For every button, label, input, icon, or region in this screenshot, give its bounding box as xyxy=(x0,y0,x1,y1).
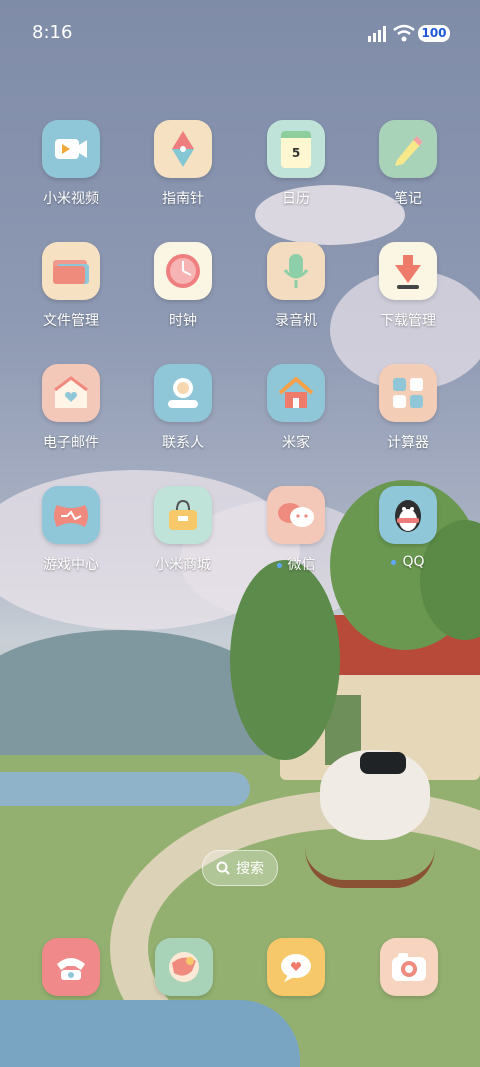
app-qq[interactable]: QQ xyxy=(353,486,463,570)
app-mi-store[interactable]: 小米商城 xyxy=(128,486,238,574)
app-email[interactable]: 电子邮件 xyxy=(16,364,126,452)
wechat-icon xyxy=(267,486,325,544)
dock-messages[interactable] xyxy=(267,938,325,996)
camera-icon xyxy=(392,953,426,981)
search-label: 搜索 xyxy=(236,861,264,877)
app-calendar[interactable]: 5 日历 xyxy=(241,120,351,208)
app-label: 联系人 xyxy=(162,435,204,451)
mail-icon xyxy=(42,364,100,422)
home-icon xyxy=(267,364,325,422)
app-clock[interactable]: 时钟 xyxy=(128,242,238,330)
app-label: 计算器 xyxy=(387,435,429,451)
qq-icon xyxy=(379,486,437,544)
shopping-bag-icon xyxy=(154,486,212,544)
battery-level: 100 xyxy=(421,26,447,40)
app-compass[interactable]: 指南针 xyxy=(128,120,238,208)
new-install-dot xyxy=(276,562,282,568)
note-icon xyxy=(379,120,437,178)
app-label: 时钟 xyxy=(169,313,197,329)
battery-indicator: 100 xyxy=(418,25,450,42)
app-contacts[interactable]: 联系人 xyxy=(128,364,238,452)
app-label: 电子邮件 xyxy=(43,435,99,451)
app-label: 日历 xyxy=(282,191,310,207)
app-label: 指南针 xyxy=(162,191,204,207)
status-bar: 8:16 100 xyxy=(0,22,480,48)
app-label: 笔记 xyxy=(394,191,422,207)
app-label: 文件管理 xyxy=(43,313,99,329)
gamepad-icon xyxy=(42,486,100,544)
clock-time: 8:16 xyxy=(32,22,73,43)
app-mi-home[interactable]: 米家 xyxy=(241,364,351,452)
app-game-center[interactable]: 游戏中心 xyxy=(16,486,126,574)
contacts-icon xyxy=(154,364,212,422)
app-label: 下载管理 xyxy=(380,313,436,329)
download-icon xyxy=(379,242,437,300)
search-icon xyxy=(216,861,230,875)
calendar-icon: 5 xyxy=(267,120,325,178)
recorder-icon xyxy=(267,242,325,300)
app-notes[interactable]: 笔记 xyxy=(353,120,463,208)
app-recorder[interactable]: 录音机 xyxy=(241,242,351,330)
app-download-manager[interactable]: 下载管理 xyxy=(353,242,463,330)
app-label: QQ xyxy=(353,554,463,570)
dock-browser[interactable] xyxy=(155,938,213,996)
phone-icon xyxy=(57,958,85,980)
app-mi-video[interactable]: 小米视频 xyxy=(16,120,126,208)
signal-icon xyxy=(368,26,386,42)
app-label: 微信 xyxy=(241,554,351,574)
clock-icon xyxy=(154,242,212,300)
video-icon xyxy=(42,120,100,178)
app-calculator[interactable]: 计算器 xyxy=(353,364,463,452)
messages-icon xyxy=(281,954,311,982)
app-label: 小米视频 xyxy=(43,191,99,207)
app-label: 游戏中心 xyxy=(43,557,99,573)
browser-icon xyxy=(169,952,199,982)
calculator-icon xyxy=(379,364,437,422)
app-label: 米家 xyxy=(282,435,310,451)
dock-phone[interactable] xyxy=(42,938,100,996)
app-label: 录音机 xyxy=(275,313,317,329)
dock-camera[interactable] xyxy=(380,938,438,996)
app-label-text: 微信 xyxy=(287,557,316,573)
app-wechat[interactable]: 微信 xyxy=(241,486,351,574)
folder-icon xyxy=(42,242,100,300)
calendar-day: 5 xyxy=(281,130,311,168)
new-install-dot xyxy=(391,559,397,565)
app-label-text: QQ xyxy=(402,554,425,570)
search-button[interactable]: 搜索 xyxy=(202,850,278,886)
app-file-manager[interactable]: 文件管理 xyxy=(16,242,126,330)
app-label: 小米商城 xyxy=(155,557,211,573)
compass-icon xyxy=(154,120,212,178)
wifi-icon xyxy=(393,24,415,42)
